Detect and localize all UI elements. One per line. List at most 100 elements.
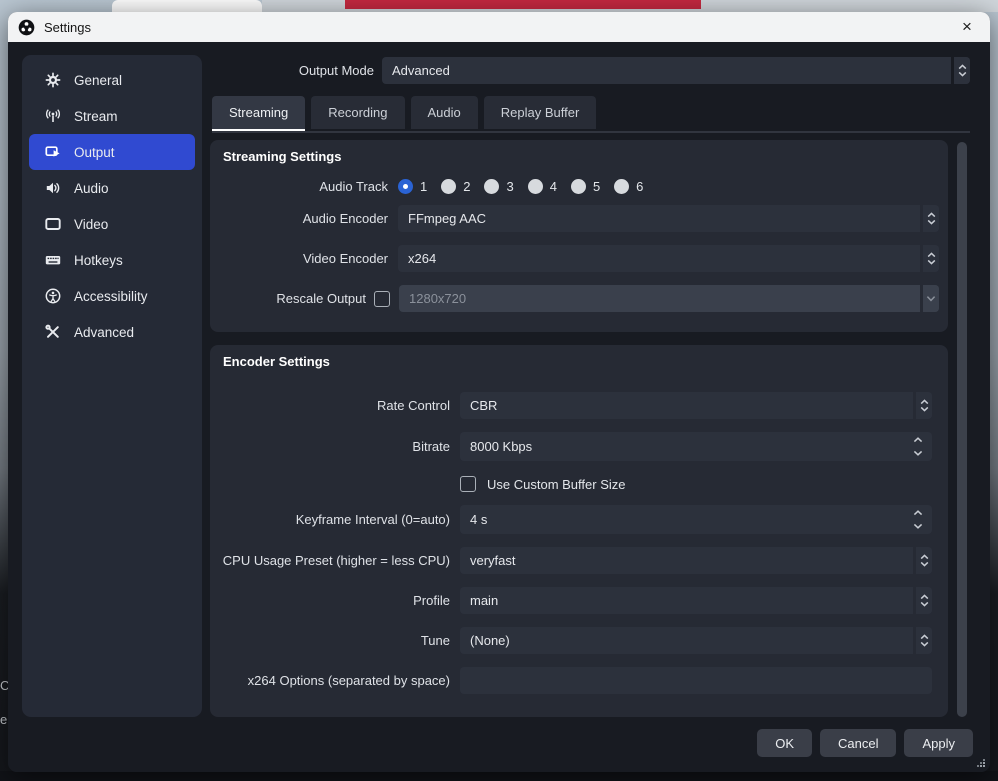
keyboard-icon: [44, 252, 61, 269]
output-mode-select[interactable]: Advanced: [382, 57, 970, 84]
keyframe-interval-value: 4 s: [470, 512, 487, 527]
chevron-updown-icon[interactable]: [913, 547, 932, 574]
profile-select[interactable]: main: [460, 587, 932, 614]
profile-value: main: [470, 593, 498, 608]
radio-dot: [528, 179, 543, 194]
video-encoder-select[interactable]: x264: [398, 245, 939, 272]
sidebar-item-hotkeys[interactable]: Hotkeys: [29, 242, 195, 278]
keyframe-interval-spinbox[interactable]: 4 s: [460, 505, 932, 534]
close-icon[interactable]: ×: [954, 15, 980, 39]
background-red-strip: [345, 0, 701, 9]
sidebar-item-label: Advanced: [74, 325, 134, 340]
x264-options-label: x264 Options (separated by space): [222, 673, 460, 688]
video-encoder-value: x264: [408, 251, 436, 266]
output-tabs: Streaming Recording Audio Replay Buffer: [212, 96, 596, 129]
cpu-preset-select[interactable]: veryfast: [460, 547, 932, 574]
tab-label: Audio: [428, 105, 461, 120]
apply-button[interactable]: Apply: [904, 729, 973, 757]
chevron-updown-icon[interactable]: [920, 245, 939, 272]
streaming-settings-group: Streaming Settings Audio Track 1 2 3 4 5…: [210, 140, 948, 332]
chevron-updown-icon[interactable]: [913, 587, 932, 614]
bitrate-spinbox[interactable]: 8000 Kbps: [460, 432, 932, 461]
group-title: Streaming Settings: [223, 149, 341, 164]
resize-grip-icon[interactable]: [977, 759, 985, 767]
audio-encoder-row: Audio Encoder FFmpeg AAC: [222, 205, 939, 232]
vertical-scrollbar[interactable]: [957, 142, 967, 717]
settings-content: General Stream Output: [8, 42, 990, 772]
sidebar-item-audio[interactable]: Audio: [29, 170, 195, 206]
tab-replay-buffer[interactable]: Replay Buffer: [484, 96, 597, 129]
chevron-updown-icon[interactable]: [951, 57, 970, 84]
titlebar[interactable]: Settings ×: [8, 12, 990, 42]
custom-buffer-checkbox[interactable]: [460, 476, 476, 492]
settings-window: Settings × General Stream: [8, 12, 990, 772]
audio-track-radio-6[interactable]: 6: [614, 179, 643, 194]
radio-dot: [571, 179, 586, 194]
audio-track-radio-3[interactable]: 3: [484, 179, 513, 194]
rate-control-label: Rate Control: [222, 398, 460, 413]
group-title: Encoder Settings: [223, 354, 330, 369]
bitrate-value: 8000 Kbps: [470, 439, 532, 454]
cpu-preset-label: CPU Usage Preset (higher = less CPU): [222, 553, 460, 568]
sidebar-item-video[interactable]: Video: [29, 206, 195, 242]
tab-recording[interactable]: Recording: [311, 96, 404, 129]
bitrate-label: Bitrate: [222, 439, 460, 454]
spin-up-icon[interactable]: [913, 510, 923, 516]
chevron-updown-icon[interactable]: [920, 205, 939, 232]
sidebar-item-label: Hotkeys: [74, 253, 123, 268]
audio-track-radio-2[interactable]: 2: [441, 179, 470, 194]
tune-value: (None): [470, 633, 510, 648]
radio-dot: [484, 179, 499, 194]
tune-select[interactable]: (None): [460, 627, 932, 654]
x264-options-row: x264 Options (separated by space): [222, 667, 932, 694]
spin-down-icon[interactable]: [913, 523, 923, 529]
audio-encoder-select[interactable]: FFmpeg AAC: [398, 205, 939, 232]
chevron-updown-icon[interactable]: [913, 627, 932, 654]
cancel-button[interactable]: Cancel: [820, 729, 896, 757]
profile-row: Profile main: [222, 587, 932, 614]
display-icon: [44, 216, 61, 233]
rescale-output-checkbox[interactable]: [374, 291, 390, 307]
video-encoder-label: Video Encoder: [222, 251, 398, 266]
sidebar-item-general[interactable]: General: [29, 62, 195, 98]
rate-control-row: Rate Control CBR: [222, 392, 932, 419]
sidebar-item-label: Accessibility: [74, 289, 148, 304]
sidebar-item-accessibility[interactable]: Accessibility: [29, 278, 195, 314]
sidebar-item-output[interactable]: Output: [29, 134, 195, 170]
tune-row: Tune (None): [222, 627, 932, 654]
audio-track-radio-1[interactable]: 1: [398, 179, 427, 194]
spin-down-icon[interactable]: [913, 450, 923, 456]
radio-label: 1: [420, 179, 427, 194]
audio-track-radio-5[interactable]: 5: [571, 179, 600, 194]
window-title: Settings: [44, 20, 91, 35]
audio-track-row: Audio Track 1 2 3 4 5 6: [222, 176, 939, 196]
profile-label: Profile: [222, 593, 460, 608]
chevron-updown-icon[interactable]: [913, 392, 932, 419]
x264-options-input[interactable]: [460, 667, 932, 694]
tab-audio[interactable]: Audio: [411, 96, 478, 129]
tab-streaming[interactable]: Streaming: [212, 96, 305, 129]
cpu-preset-value: veryfast: [470, 553, 516, 568]
audio-track-radio-4[interactable]: 4: [528, 179, 557, 194]
ok-button[interactable]: OK: [757, 729, 812, 757]
output-mode-row: Output Mode Advanced: [210, 57, 970, 84]
output-mode-value: Advanced: [392, 63, 450, 78]
radio-label: 6: [636, 179, 643, 194]
audio-encoder-label: Audio Encoder: [222, 211, 398, 226]
radio-dot: [398, 179, 413, 194]
rate-control-value: CBR: [470, 398, 497, 413]
custom-buffer-row: Use Custom Buffer Size: [222, 475, 932, 493]
tabbar-separator: [212, 131, 970, 133]
spin-up-icon[interactable]: [913, 437, 923, 443]
bitrate-row: Bitrate 8000 Kbps: [222, 432, 932, 461]
broadcast-icon: [44, 108, 61, 125]
sidebar-item-advanced[interactable]: Advanced: [29, 314, 195, 350]
radio-dot: [441, 179, 456, 194]
desktop-background: Ca er Settings ×: [0, 0, 998, 781]
sidebar-item-stream[interactable]: Stream: [29, 98, 195, 134]
tab-label: Recording: [328, 105, 387, 120]
radio-label: 3: [506, 179, 513, 194]
tools-icon: [44, 324, 61, 341]
rescale-output-row: Rescale Output 1280x720: [222, 285, 939, 312]
rate-control-select[interactable]: CBR: [460, 392, 932, 419]
